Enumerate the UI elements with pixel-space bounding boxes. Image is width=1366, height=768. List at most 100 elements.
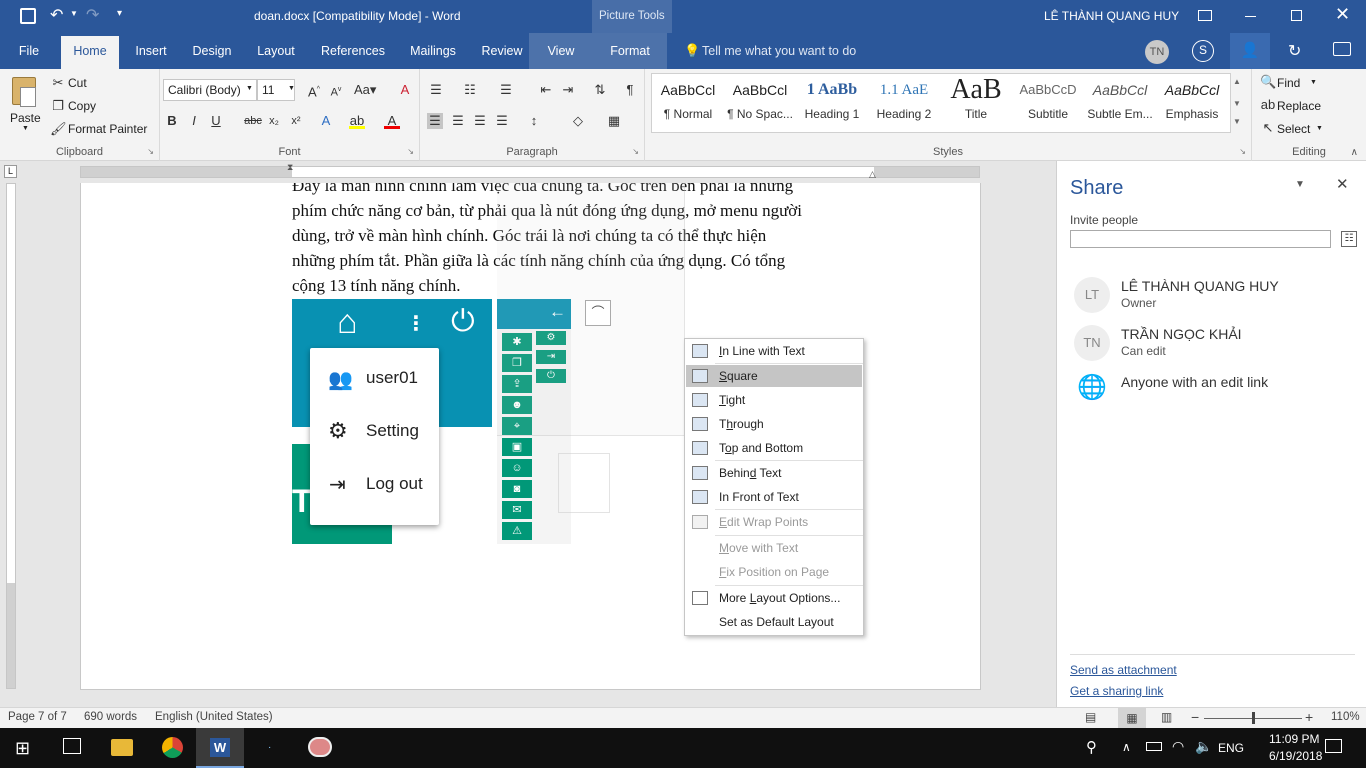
tab-references[interactable]: References [316,33,390,69]
shrink-font-icon[interactable]: Av [328,82,344,99]
clock-date[interactable]: 6/19/2018 [1269,749,1322,763]
print-layout-icon[interactable]: ▦ [1118,708,1146,728]
pane-close-icon[interactable]: ✕ [1336,175,1349,193]
style-normal[interactable]: AaBbCcl ¶ Normal [652,74,724,130]
paste-dropdown-icon[interactable]: ▼ [22,125,29,132]
close-icon[interactable]: ✕ [1335,4,1350,25]
left-indent-marker-icon[interactable]: ⧗ [287,162,293,173]
style-subtitle[interactable]: AaBbCcD Subtitle [1012,74,1084,130]
styles-more-icon[interactable]: ▼ [1233,117,1241,126]
battery-icon[interactable] [1146,742,1162,751]
text-effects-icon[interactable]: A [318,113,334,129]
highlight-icon[interactable]: ab [349,113,365,129]
right-indent-marker-icon[interactable]: △ [869,169,876,180]
replace-button[interactable]: Replace [1277,99,1321,113]
sort-icon[interactable]: ⇅ [592,82,608,98]
restore-icon[interactable] [1291,10,1302,21]
wrap-square-item[interactable]: Square [686,365,862,387]
address-book-icon[interactable]: ☷ [1341,231,1357,247]
show-paragraph-marks-icon[interactable]: ¶ [622,82,638,98]
align-right-icon[interactable]: ☰ [472,113,488,129]
bold-icon[interactable]: B [164,113,180,129]
font-name-dropdown-icon[interactable]: ▼ [246,85,253,92]
styles-launcher-icon[interactable]: ↘ [1239,147,1246,156]
cut-button[interactable]: Cut [68,76,87,90]
set-default-layout-item[interactable]: Set as Default Layout [686,611,862,633]
zoom-in-icon[interactable]: + [1305,709,1313,725]
wrap-through-item[interactable]: Through [686,413,862,435]
select-dropdown-icon[interactable]: ▼ [1316,125,1323,132]
people-icon[interactable]: ⚲ [1086,738,1097,756]
taskbar-app-icon[interactable]: · [268,742,271,753]
zoom-out-icon[interactable]: − [1191,709,1199,725]
start-windows-icon[interactable]: ⊞ [15,738,30,759]
invite-input[interactable] [1070,230,1331,248]
minimize-icon[interactable] [1245,16,1256,17]
read-mode-icon[interactable]: ▤ [1085,710,1096,724]
font-name-box[interactable]: Calibri (Body) [163,79,257,101]
wrap-tight-item[interactable]: Tight [686,389,862,411]
wrap-inline-item[interactable]: In Line with Text [686,340,862,362]
save-icon[interactable] [20,8,36,24]
user-name[interactable]: LÊ THÀNH QUANG HUY [1044,0,1179,33]
clipboard-launcher-icon[interactable]: ↘ [147,147,154,156]
tab-view[interactable]: View [529,33,593,69]
styles-scroll-down-icon[interactable]: ▼ [1233,99,1241,108]
collapse-ribbon-icon[interactable]: ∧ [1351,147,1358,158]
font-color-icon[interactable]: A [384,113,400,129]
app-screenshot-image[interactable]: ⌂ ⋮ ⏻ T 👥 user01 ⚙ Setting ⇥ Log out [292,299,492,544]
customize-qat-icon[interactable]: ▾ [117,8,122,19]
input-language[interactable]: ENG [1218,741,1244,755]
line-spacing-icon[interactable]: ↕ [526,113,542,129]
skype-icon[interactable]: S [1192,40,1214,62]
change-case-icon[interactable]: Aa▾ [354,82,376,98]
share-icon[interactable]: 👤 [1230,33,1270,69]
style-title[interactable]: AaB Title [940,74,1012,130]
style-heading-1[interactable]: 1 AaBb Heading 1 [796,74,868,130]
grow-font-icon[interactable]: A^ [306,82,322,99]
word-count[interactable]: 690 words [84,711,137,723]
undo-dropdown-icon[interactable]: ▼ [70,9,78,18]
select-button[interactable]: Select [1277,122,1310,136]
wrap-behind-text-item[interactable]: Behind Text [686,462,862,484]
clock-time[interactable]: 11:09 PM [1269,732,1319,746]
shading-icon[interactable]: ◇ [570,113,586,129]
word-taskbar-button[interactable]: W [196,728,244,768]
italic-icon[interactable]: I [186,113,202,129]
style-emphasis[interactable]: AaBbCcl Emphasis [1156,74,1228,130]
language[interactable]: English (United States) [155,711,273,723]
paste-button[interactable]: Paste ▼ [8,75,42,133]
tab-design[interactable]: Design [186,33,238,69]
subscript-icon[interactable]: x₂ [266,113,282,129]
tell-me-box[interactable]: Tell me what you want to do [702,44,856,58]
copy-button[interactable]: Copy [68,99,96,113]
multilevel-list-icon[interactable]: ☰ [498,82,514,98]
align-center-icon[interactable]: ☰ [450,113,466,129]
superscript-icon[interactable]: x² [288,113,304,129]
ribbon-display-icon[interactable] [1198,10,1212,21]
tab-file[interactable]: File [10,33,48,69]
tab-insert[interactable]: Insert [128,33,174,69]
style-heading-2[interactable]: 1.1 AaE Heading 2 [868,74,940,130]
chrome-icon[interactable] [162,737,183,758]
font-size-dropdown-icon[interactable]: ▼ [288,85,295,92]
tab-review[interactable]: Review [476,33,528,69]
zoom-level[interactable]: 110% [1331,711,1360,723]
find-button[interactable]: Find [1277,76,1300,90]
underline-icon[interactable]: U [208,113,224,129]
get-sharing-link[interactable]: Get a sharing link [1070,684,1163,698]
wrap-top-bottom-item[interactable]: Top and Bottom [686,437,862,459]
wrap-in-front-item[interactable]: In Front of Text [686,486,862,508]
snipping-tool-icon[interactable] [308,737,332,757]
clear-formatting-icon[interactable]: A [397,82,413,98]
increase-indent-icon[interactable]: ⇥ [560,82,576,98]
tab-home[interactable]: Home [61,36,119,69]
styles-scroll-up-icon[interactable]: ▲ [1233,77,1241,86]
action-center-icon[interactable] [1325,739,1342,753]
align-left-icon[interactable]: ☰ [427,113,443,129]
tab-format[interactable]: Format [593,33,667,69]
more-layout-options-item[interactable]: More Layout Options... [686,587,862,609]
avatar[interactable]: TN [1145,40,1169,64]
justify-icon[interactable]: ☰ [494,113,510,129]
layout-options-icon[interactable]: ⌒ [585,300,611,326]
